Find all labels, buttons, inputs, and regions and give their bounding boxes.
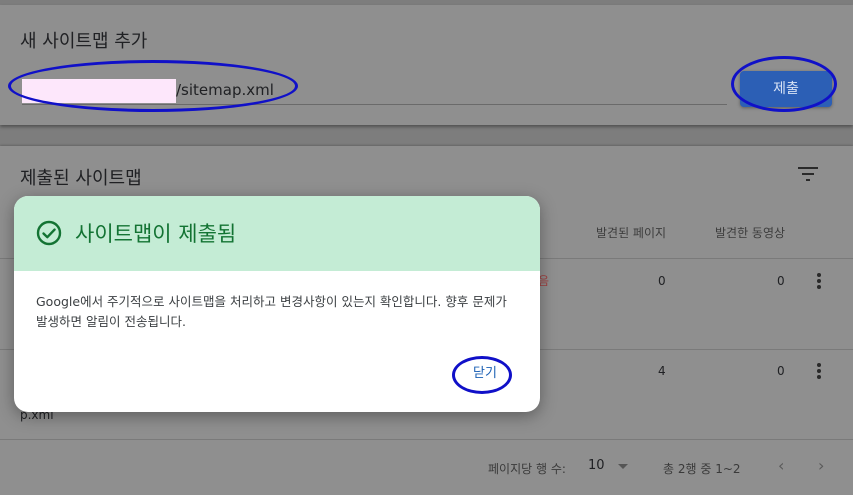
filter-icon[interactable] <box>796 166 820 182</box>
dialog-title: 사이트맵이 제출됨 <box>75 222 237 246</box>
more-vert-icon[interactable] <box>816 273 822 291</box>
prev-page-button[interactable]: ‹ <box>778 456 784 475</box>
submitted-sitemaps-title: 제출된 사이트맵 <box>20 168 142 189</box>
sitemap-submitted-dialog: 사이트맵이 제출됨 Google에서 주기적으로 사이트맵을 처리하고 변경사항… <box>14 196 540 412</box>
check-circle-icon <box>36 220 62 246</box>
sitemap-url-value: /sitemap.xml <box>176 81 274 99</box>
caret-down-icon[interactable] <box>618 464 628 469</box>
more-vert-icon[interactable] <box>816 363 822 381</box>
next-page-button[interactable]: › <box>818 456 824 475</box>
row-pages: 0 <box>658 274 666 288</box>
row-videos: 0 <box>777 364 785 378</box>
rows-per-page-select[interactable]: 10 <box>588 458 605 473</box>
redacted-domain <box>22 79 176 103</box>
add-sitemap-card: 새 사이트맵 추가 /sitemap.xml 제출 <box>0 5 853 125</box>
col-discovered-pages[interactable]: 발견된 페이지 <box>596 224 666 241</box>
col-discovered-videos[interactable]: 발견한 동영상 <box>715 224 785 241</box>
rows-per-page-label: 페이지당 행 수: <box>488 462 566 476</box>
submit-button[interactable]: 제출 <box>740 71 832 107</box>
row-divider <box>0 439 853 440</box>
row-pages: 4 <box>658 364 666 378</box>
dialog-message: Google에서 주기적으로 사이트맵을 처리하고 변경사항이 있는지 확인합니… <box>36 294 507 329</box>
row-videos: 0 <box>777 274 785 288</box>
pagination-range: 총 2행 중 1~2 <box>663 462 741 476</box>
dialog-header: 사이트맵이 제출됨 <box>14 196 540 271</box>
close-button[interactable]: 닫기 <box>462 362 508 386</box>
sitemap-url-input[interactable]: /sitemap.xml <box>22 77 727 105</box>
add-sitemap-title: 새 사이트맵 추가 <box>20 31 148 52</box>
